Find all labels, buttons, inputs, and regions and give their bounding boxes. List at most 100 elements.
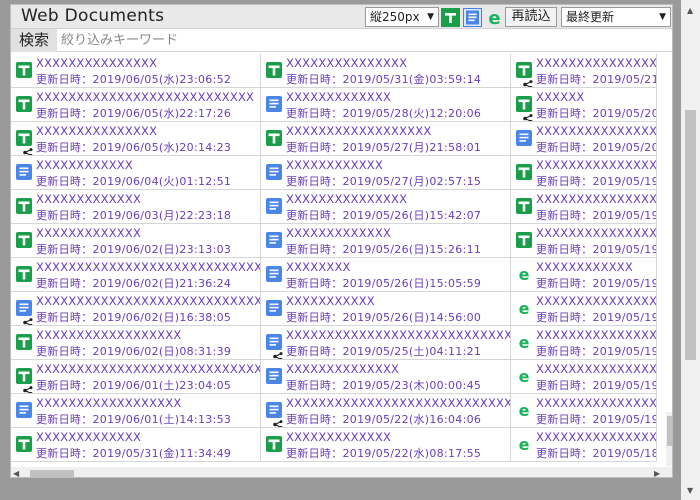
scroll-up-icon[interactable]: ▲ bbox=[687, 6, 693, 15]
scroll-thumb[interactable] bbox=[30, 470, 74, 477]
document-item[interactable]: XXXXXXXXXXXXXXX 更新日時：2019/05/31(金)03:59:1… bbox=[261, 54, 511, 88]
document-updated-date: 更新日時：2019/05/19(日 bbox=[536, 277, 656, 290]
document-title-link[interactable]: XXXXXXXXXXXXXXX bbox=[36, 56, 157, 70]
document-title-link[interactable]: XXXXXXXXXXXXXXXXX bbox=[536, 362, 656, 376]
document-item[interactable]: XXXXXX 更新日時：2019/05/20(月 bbox=[511, 88, 657, 122]
document-item[interactable]: XXXXXXXXXXXXX 更新日時：2019/05/28(火)12:20:06 bbox=[261, 88, 511, 122]
document-title-link[interactable]: XXXXXXXXXXXXXX bbox=[286, 362, 399, 376]
document-item[interactable]: XXXXXXXXXXXXXXXXX 更新日時：2019/05/19(日 bbox=[511, 156, 657, 190]
document-title-link[interactable]: XXXXXXXXXXXXXXX bbox=[36, 124, 157, 138]
reload-button[interactable]: 再読込 bbox=[505, 7, 557, 27]
document-item[interactable]: XXXXXXXXXXXXXXX 更新日時：2019/05/26(日)15:42:0… bbox=[261, 190, 511, 224]
scroll-down-icon[interactable]: ▼ bbox=[687, 486, 693, 495]
scroll-right-icon[interactable]: ▶ bbox=[654, 469, 660, 477]
document-item[interactable]: XXXXXXXXXXXXXX 更新日時：2019/05/23(木)00:00:45 bbox=[261, 360, 511, 394]
sort-select[interactable]: 最終更新 ▼ bbox=[561, 7, 671, 27]
scroll-left-icon[interactable]: ◀ bbox=[13, 469, 19, 477]
document-updated-date: 更新日時：2019/05/19(日 bbox=[536, 209, 656, 222]
document-title-link[interactable]: XXXXXXXXXXXXXXXXX bbox=[536, 328, 656, 342]
site-icon: e bbox=[516, 402, 532, 418]
search-input[interactable] bbox=[57, 30, 669, 51]
document-title-link[interactable]: XXXXXXXXXXXXXXXXXX bbox=[36, 396, 181, 410]
document-item[interactable]: e XXXXXXXXXXXXXXXXX 更新日時：2019/05/19(日 bbox=[511, 394, 657, 428]
grid-horizontal-scrollbar[interactable]: ◀ ▶ bbox=[11, 467, 672, 477]
site-icon: e bbox=[516, 368, 532, 384]
document-updated-date: 更新日時：2019/06/05(水)20:14:23 bbox=[36, 141, 232, 154]
document-title-link[interactable]: XXXXXXXXXXXXXXXXXXXXXXXXXXXXXX bbox=[286, 396, 510, 410]
document-title-link[interactable]: XXXXXXXXXXXXX bbox=[36, 226, 141, 240]
document-title-link[interactable]: XXXXXXXXXXX bbox=[286, 294, 375, 308]
document-item[interactable]: XXXXXXXXXXXXX 更新日時：2019/06/02(日)23:13:03 bbox=[11, 224, 261, 258]
document-item[interactable]: XXXXXXXXXXXXXXXXX 更新日時：2019/05/19(日 bbox=[511, 190, 657, 224]
document-item[interactable]: XXXXXXXXXXXXXXX 更新日時：2019/05/21(火 bbox=[511, 54, 657, 88]
document-title-link[interactable]: XXXXXXXXXXXXXXXXX bbox=[536, 294, 656, 308]
document-title-link[interactable]: XXXXXXXXXXXXXXXXX bbox=[536, 158, 656, 172]
document-title-link[interactable]: XXXXXXXXXXXXXXXXXXXXXXXXXXXXXX bbox=[36, 260, 260, 274]
document-title-link[interactable]: XXXXXXXXXXXXXXXXX bbox=[536, 430, 656, 444]
document-item[interactable]: XXXXXXXX 更新日時：2019/05/26(日)15:05:59 bbox=[261, 258, 511, 292]
document-item[interactable]: XXXXXXXXXXX 更新日時：2019/05/26(日)14:56:00 bbox=[261, 292, 511, 326]
sheet-icon bbox=[16, 436, 32, 452]
filter-doc-button[interactable] bbox=[463, 8, 482, 27]
document-item[interactable]: e XXXXXXXXXXXXXXXXX 更新日時：2019/05/19(日 bbox=[511, 292, 657, 326]
document-item[interactable]: XXXXXXXXXXXXXXXXXXXXXXXXXXX 更新日時：2019/06/… bbox=[11, 88, 261, 122]
share-icon bbox=[273, 346, 283, 359]
sheet-icon bbox=[16, 266, 32, 282]
document-title-link[interactable]: XXXXXXXXXXXX bbox=[536, 260, 633, 274]
page-vertical-scrollbar[interactable]: ▲ ▼ bbox=[681, 0, 700, 500]
document-title-link[interactable]: XXXXXXXXXXXXXXXXXXXXXXXXXXXXX bbox=[36, 294, 260, 308]
document-item[interactable]: XXXXXXXXXXXXXXXXXX 更新日時：2019/06/02(日)08:3… bbox=[11, 326, 261, 360]
document-title-link[interactable]: XXXXXXXXXXXX bbox=[286, 158, 383, 172]
document-item[interactable]: XXXXXXXXXXXXXXXXXXXXXXXXXXXXXX… 更新日時：2019… bbox=[261, 326, 511, 360]
scroll-thumb[interactable] bbox=[685, 110, 696, 360]
document-title-link[interactable]: XXXXXXXXXXXXXXXXXXXXXXXXXXX bbox=[36, 90, 254, 104]
filter-sheet-button[interactable] bbox=[441, 8, 460, 27]
document-item[interactable]: e XXXXXXXXXXXXXXXXX 更新日時：2019/05/19(日 bbox=[511, 326, 657, 360]
document-title-link[interactable]: XXXXXXXXXXXX bbox=[36, 158, 133, 172]
document-title-link[interactable]: XXXXXXXXXXXXXXX bbox=[286, 192, 407, 206]
document-title-link[interactable]: XXXXXXXXXXXXXXXXXXXXXXXXXXXXXX… bbox=[286, 328, 510, 342]
document-item[interactable]: XXXXXXXXXXXXXXXXXXXXXXXXXXXXXX 更新日時：2019/… bbox=[261, 394, 511, 428]
size-select[interactable]: 縦250px ▼ bbox=[365, 7, 439, 27]
document-item[interactable]: XXXXXXXXXXXXXXX 更新日時：2019/06/05(水)23:06:5… bbox=[11, 54, 261, 88]
document-item[interactable]: XXXXXXXXXXXXXXXXXXXXXXXXXXXXX 更新日時：2019/0… bbox=[11, 360, 261, 394]
document-item[interactable]: e XXXXXXXXXXXXXXXXX 更新日時：2019/05/18(土 bbox=[511, 428, 657, 462]
document-title-link[interactable]: XXXXXXXXXXXXXXXXX bbox=[536, 192, 656, 206]
document-title-link[interactable]: XXXXXXXXXXXXXXXXXX bbox=[286, 124, 431, 138]
document-item[interactable]: XXXXXXXXXXXXXXXXX 更新日時：2019/05/19(日 bbox=[511, 224, 657, 258]
document-item[interactable]: e XXXXXXXXXXXXXXXXX 更新日時：2019/05/19(日 bbox=[511, 360, 657, 394]
document-item[interactable]: XXXXXXXXXXXXX 更新日時：2019/05/26(日)15:26:11 bbox=[261, 224, 511, 258]
document-title-link[interactable]: XXXXXXXXXXXXXXX bbox=[286, 56, 407, 70]
document-updated-date: 更新日時：2019/05/25(土)04:11:21 bbox=[286, 345, 482, 358]
document-title-link[interactable]: XXXXXXXXXXXXX bbox=[286, 430, 391, 444]
document-title-link[interactable]: XXXXXXXXXXXXXXXXX bbox=[536, 124, 656, 138]
document-item[interactable]: XXXXXXXXXXXXX 更新日時：2019/05/31(金)11:34:49 bbox=[11, 428, 261, 462]
sheet-icon bbox=[516, 198, 532, 214]
document-item[interactable]: XXXXXXXXXXXXXXXXXX 更新日時：2019/05/27(月)21:5… bbox=[261, 122, 511, 156]
document-title-link[interactable]: XXXXXXXXXXXXX bbox=[36, 430, 141, 444]
document-item[interactable]: XXXXXXXXXXXXXXXXX 更新日時：2019/05/20(月 bbox=[511, 122, 657, 156]
document-item[interactable]: XXXXXXXXXXXX 更新日時：2019/06/04(火)01:12:51 bbox=[11, 156, 261, 190]
document-item[interactable]: XXXXXXXXXXXXX 更新日時：2019/06/03(月)22:23:18 bbox=[11, 190, 261, 224]
document-item[interactable]: XXXXXXXXXXXXX 更新日時：2019/05/22(水)08:17:55 bbox=[261, 428, 511, 462]
document-item[interactable]: XXXXXXXXXXXXXXXXXXXXXXXXXXXXX 更新日時：2019/0… bbox=[11, 292, 261, 326]
document-title-link[interactable]: XXXXXXXXXXXXX bbox=[286, 226, 391, 240]
doc-icon bbox=[266, 96, 282, 112]
filter-site-button[interactable]: e bbox=[485, 8, 504, 29]
scroll-thumb[interactable] bbox=[667, 416, 672, 446]
document-item[interactable]: e XXXXXXXXXXXX 更新日時：2019/05/19(日 bbox=[511, 258, 657, 292]
document-title-link[interactable]: XXXXXXXXXXXXXXXXXXXXXXXXXXXXX bbox=[36, 362, 260, 376]
document-title-link[interactable]: XXXXXXXXXXXXXXX bbox=[536, 56, 656, 70]
document-title-link[interactable]: XXXXXXXXXXXXX bbox=[36, 192, 141, 206]
document-title-link[interactable]: XXXXXXXXXXXXXXXXX bbox=[536, 226, 656, 240]
document-title-link[interactable]: XXXXXXXXXXXXXXXXXX bbox=[36, 328, 181, 342]
document-item[interactable]: XXXXXXXXXXXXXXX 更新日時：2019/06/05(水)20:14:2… bbox=[11, 122, 261, 156]
document-title-link[interactable]: XXXXXXXXXXXXX bbox=[286, 90, 391, 104]
document-item[interactable]: XXXXXXXXXXXXXXXXXXXXXXXXXXXXXX 更新日時：2019/… bbox=[11, 258, 261, 292]
grid-vertical-scrollbar[interactable] bbox=[666, 412, 672, 466]
document-item[interactable]: XXXXXXXXXXXX 更新日時：2019/05/27(月)02:57:15 bbox=[261, 156, 511, 190]
document-title-link[interactable]: XXXXXX bbox=[536, 90, 584, 104]
document-item[interactable]: XXXXXXXXXXXXXXXXXX 更新日時：2019/06/01(土)14:1… bbox=[11, 394, 261, 428]
document-title-link[interactable]: XXXXXXXXXXXXXXXXX bbox=[536, 396, 656, 410]
document-title-link[interactable]: XXXXXXXX bbox=[286, 260, 351, 274]
